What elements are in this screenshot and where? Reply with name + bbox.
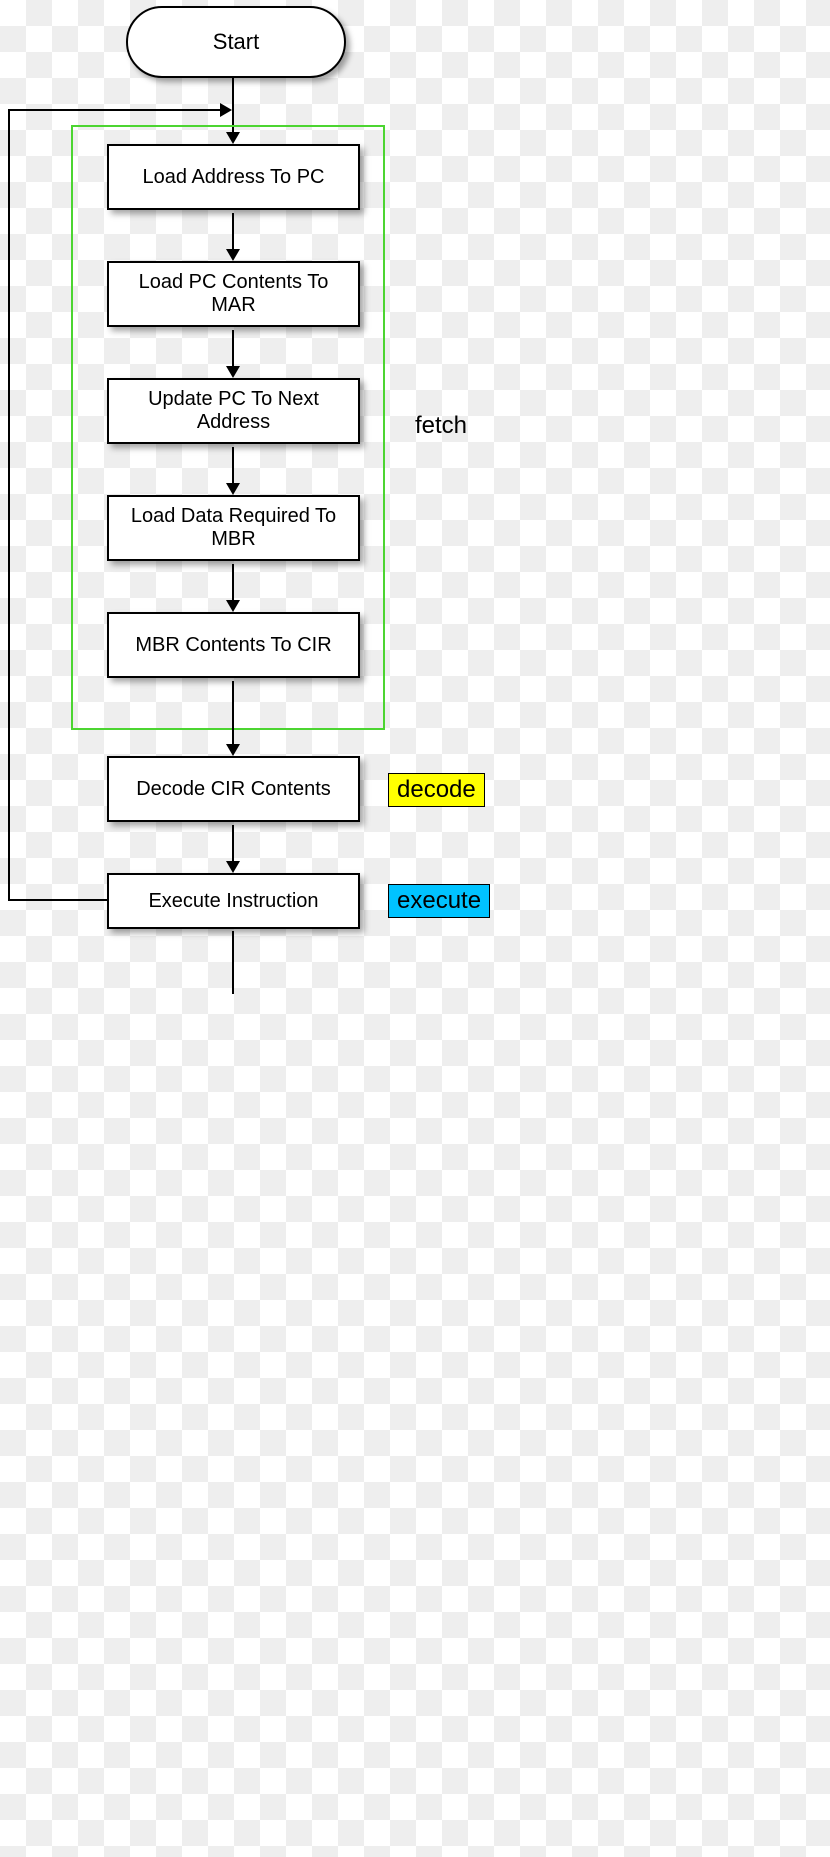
arrow	[232, 447, 234, 493]
arrow	[232, 681, 234, 754]
fetch-label: fetch	[415, 412, 467, 440]
execute-label: execute	[388, 884, 490, 918]
arrow	[232, 330, 234, 376]
step-load-pc-to-mar: Load PC Contents To MAR	[107, 261, 360, 327]
arrow	[232, 825, 234, 871]
step-load-data-to-mbr: Load Data Required To MBR	[107, 495, 360, 561]
loopback-arrowhead	[220, 103, 232, 117]
arrow	[232, 564, 234, 610]
step-load-address-to-pc: Load Address To PC	[107, 144, 360, 210]
decode-label: decode	[388, 773, 485, 807]
start-node: Start	[126, 6, 346, 78]
step-decode-cir: Decode CIR Contents	[107, 756, 360, 822]
loopback-h-bottom	[8, 899, 107, 901]
arrow	[232, 213, 234, 259]
loopback-v	[8, 109, 10, 901]
step-update-pc: Update PC To Next Address	[107, 378, 360, 444]
loopback-h-top	[8, 109, 220, 111]
step-execute-instruction: Execute Instruction	[107, 873, 360, 929]
step-mbr-to-cir: MBR Contents To CIR	[107, 612, 360, 678]
line	[232, 931, 234, 994]
